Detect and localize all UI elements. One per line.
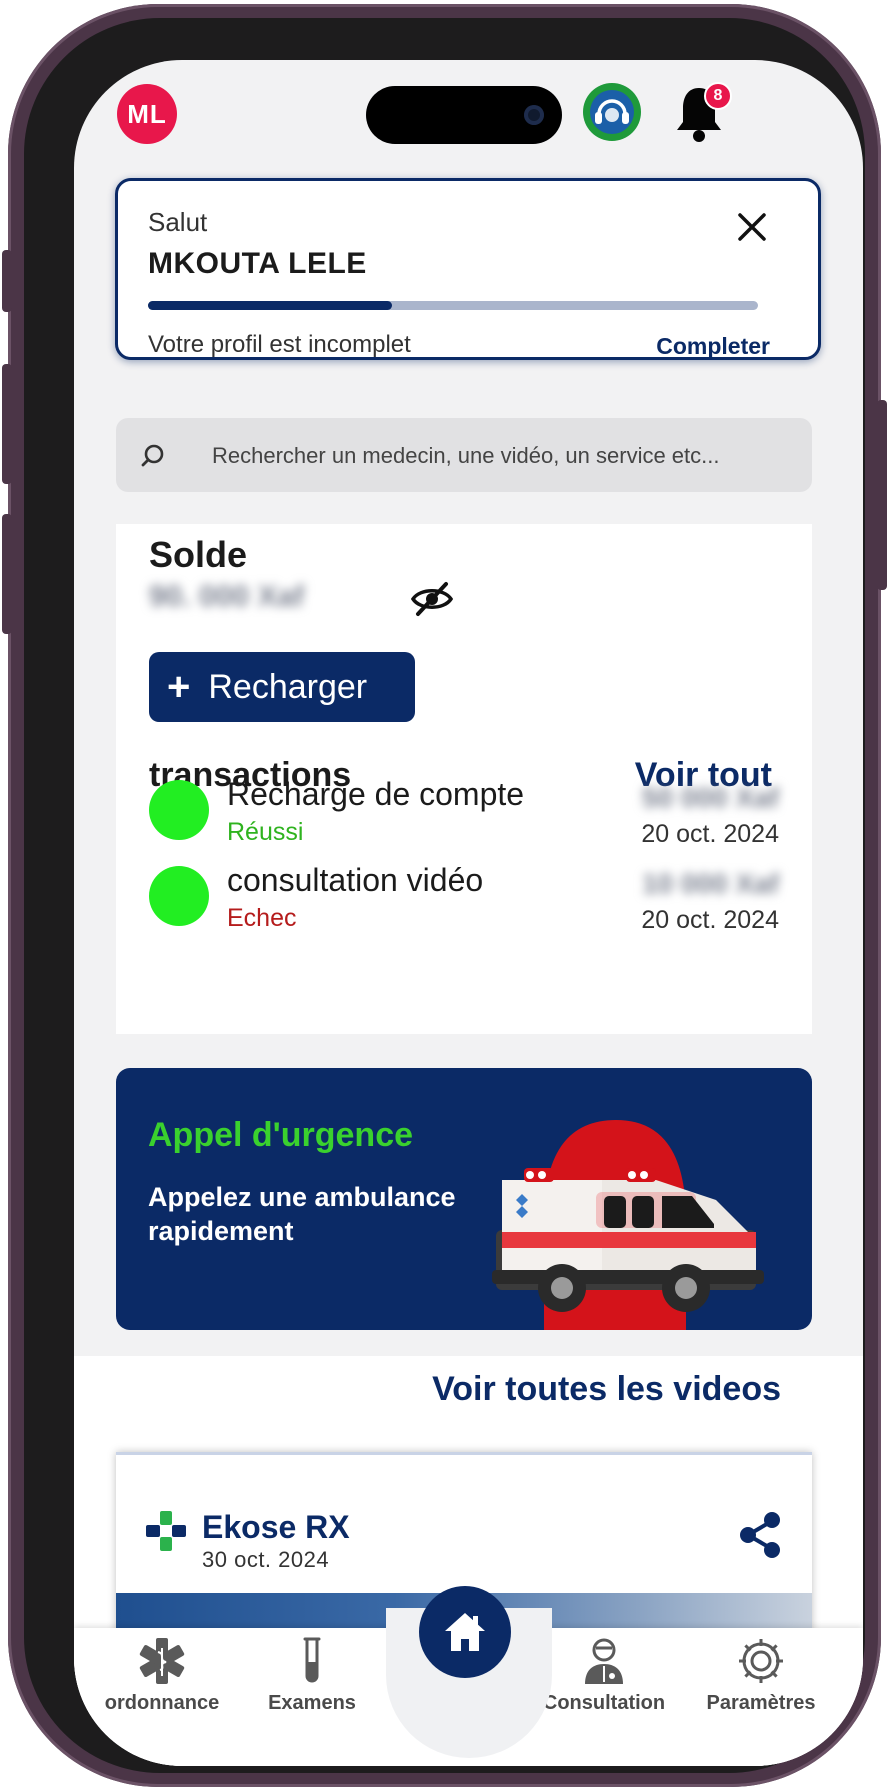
nav-examens[interactable]: Examens	[237, 1636, 387, 1715]
balance-card: Solde 90. 000 Xaf + Recharger transactio…	[116, 524, 812, 1034]
complete-profile-link[interactable]: Completer	[656, 333, 770, 360]
eye-slash-icon[interactable]	[410, 580, 454, 623]
transaction-date: 20 oct. 2024	[641, 906, 779, 934]
see-all-videos-link[interactable]: Voir toutes les videos	[432, 1370, 781, 1409]
transaction-status-dot	[149, 780, 209, 840]
transaction-status: Réussi	[227, 818, 304, 846]
profile-progress-bar	[148, 301, 758, 310]
balance-amount-hidden: 90. 000 Xaf	[149, 580, 305, 613]
ambulance-illustration	[492, 1120, 764, 1330]
nav-label: ordonnance	[104, 1692, 220, 1714]
profile-completion-card: Salut MKOUTA LELE Votre profil est incom…	[115, 178, 821, 360]
dynamic-island	[366, 86, 562, 144]
greeting-text: Salut	[148, 207, 208, 237]
transaction-amount-hidden: 50 000 Xaf	[642, 782, 779, 813]
close-icon[interactable]	[732, 207, 772, 247]
share-icon[interactable]	[738, 1511, 782, 1564]
nav-ordonnance[interactable]: ordonnance	[87, 1636, 237, 1715]
search-icon	[141, 444, 164, 467]
nav-label: Paramètres	[706, 1692, 816, 1714]
gear-icon	[739, 1639, 783, 1683]
transaction-date: 20 oct. 2024	[641, 820, 779, 848]
nav-label: Examens	[268, 1692, 356, 1714]
recharge-label: Recharger	[208, 667, 368, 706]
app-screen: ML 8 Salut MKOUTA LELE Votre profil est …	[74, 60, 863, 1766]
recharge-button[interactable]: + Recharger	[149, 652, 415, 722]
search-input[interactable]	[210, 436, 784, 476]
phone-volume-up-button	[2, 364, 12, 484]
emergency-title: Appel d'urgence	[148, 1116, 414, 1154]
transaction-status: Echec	[227, 904, 297, 932]
video-date: 30 oct. 2024	[202, 1547, 330, 1572]
profile-progress-fill	[148, 301, 392, 310]
plus-icon: +	[167, 665, 191, 709]
phone-volume-down-button	[2, 514, 12, 634]
transaction-row[interactable]: consultation vidéo Echec 10 000 Xaf 20 o…	[149, 858, 779, 938]
search-bar[interactable]	[116, 418, 812, 492]
front-camera	[524, 105, 544, 125]
notification-count-badge: 8	[704, 82, 732, 110]
notification-bell[interactable]: 8	[674, 78, 732, 142]
video-title: Ekose RX	[202, 1509, 350, 1545]
nav-parametres[interactable]: Paramètres	[676, 1636, 846, 1715]
transaction-amount-hidden: 10 000 Xaf	[642, 868, 779, 899]
phone-power-button	[877, 400, 887, 590]
emergency-subtitle: Appelez une ambulance rapidement	[148, 1182, 456, 1246]
phone-frame: ML 8 Salut MKOUTA LELE Votre profil est …	[2, 4, 887, 1787]
balance-title: Solde	[149, 534, 248, 575]
medical-star-icon	[139, 1638, 185, 1684]
transaction-status-dot	[149, 866, 209, 926]
user-name: MKOUTA LELE	[148, 247, 367, 280]
test-tube-icon	[303, 1637, 321, 1683]
emergency-call-banner[interactable]: Appel d'urgence Appelez une ambulance ra…	[116, 1068, 812, 1330]
user-avatar[interactable]: ML	[117, 84, 177, 144]
support-headset-icon[interactable]	[582, 82, 642, 147]
transaction-row[interactable]: Recharge de compte Réussi 50 000 Xaf 20 …	[149, 772, 779, 852]
home-icon	[445, 1613, 485, 1651]
ekose-logo-icon	[146, 1511, 186, 1551]
phone-action-button	[2, 250, 12, 312]
doctor-icon	[585, 1638, 623, 1684]
phone-bezel: ML 8 Salut MKOUTA LELE Votre profil est …	[24, 18, 865, 1773]
transaction-label: consultation vidéo	[227, 862, 484, 898]
transaction-label: Recharge de compte	[227, 776, 525, 812]
profile-incomplete-text: Votre profil est incomplet	[148, 331, 411, 358]
home-button[interactable]	[419, 1586, 511, 1678]
